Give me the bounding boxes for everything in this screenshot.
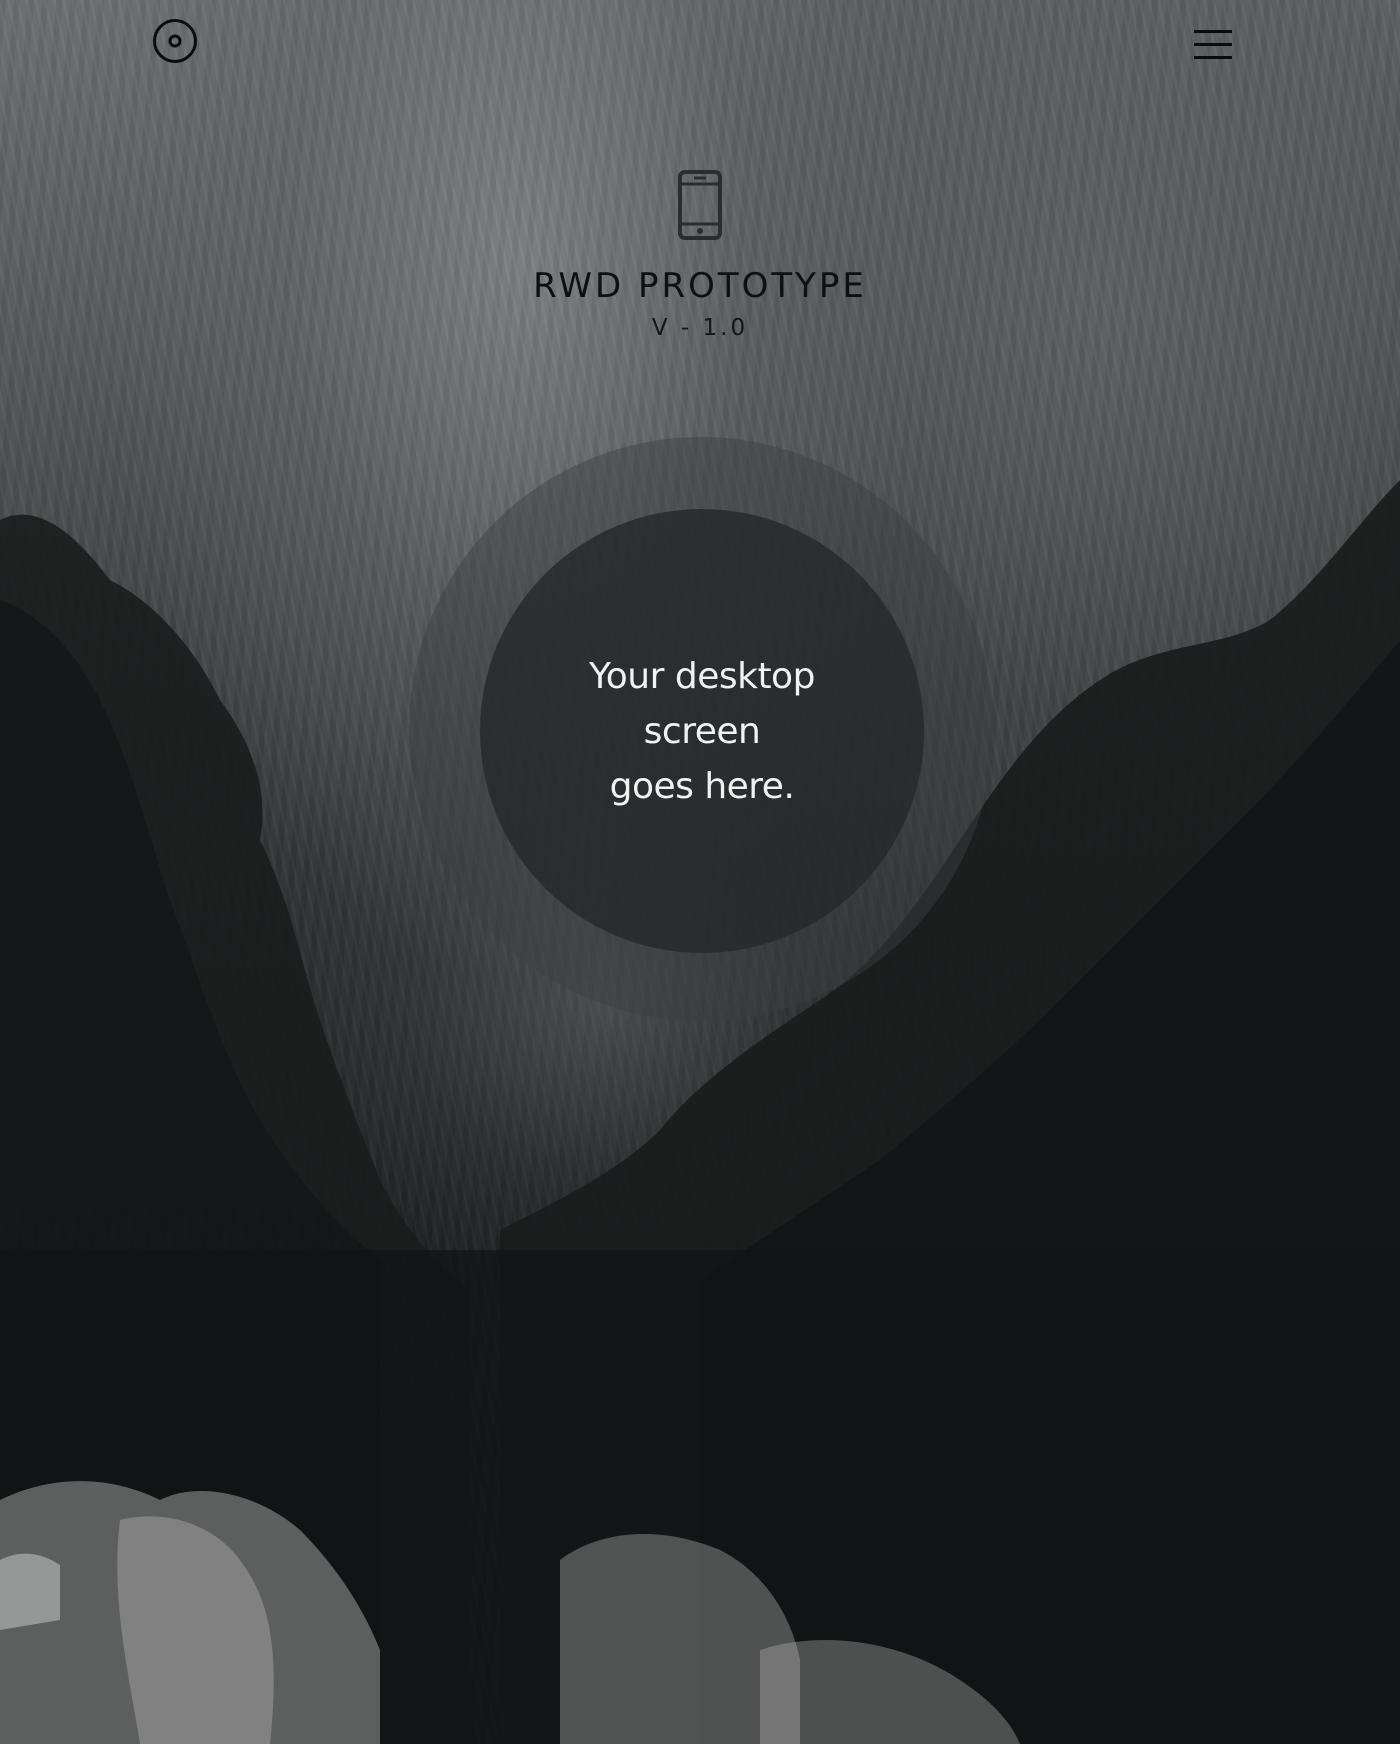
placeholder-line: Your desktop <box>589 655 815 697</box>
page-title: RWD PROTOTYPE <box>533 266 867 306</box>
placeholder-line: goes here. <box>609 765 795 807</box>
hero-header: RWD PROTOTYPE V - 1.0 <box>0 170 1400 342</box>
hamburger-menu-icon[interactable] <box>1190 28 1234 62</box>
version-label: V - 1.0 <box>651 315 749 341</box>
mobile-phone-icon <box>678 170 722 240</box>
screen-placeholder-text: Your desktop screen goes here. <box>552 649 852 814</box>
record-circle-icon[interactable] <box>152 18 198 64</box>
menu-line <box>1194 43 1232 46</box>
placeholder-line: screen <box>643 710 761 752</box>
menu-line <box>1194 30 1232 33</box>
top-navigation-bar <box>0 0 1400 90</box>
screen-placeholder-circle: Your desktop screen goes here. <box>480 509 924 953</box>
menu-line <box>1194 56 1232 59</box>
